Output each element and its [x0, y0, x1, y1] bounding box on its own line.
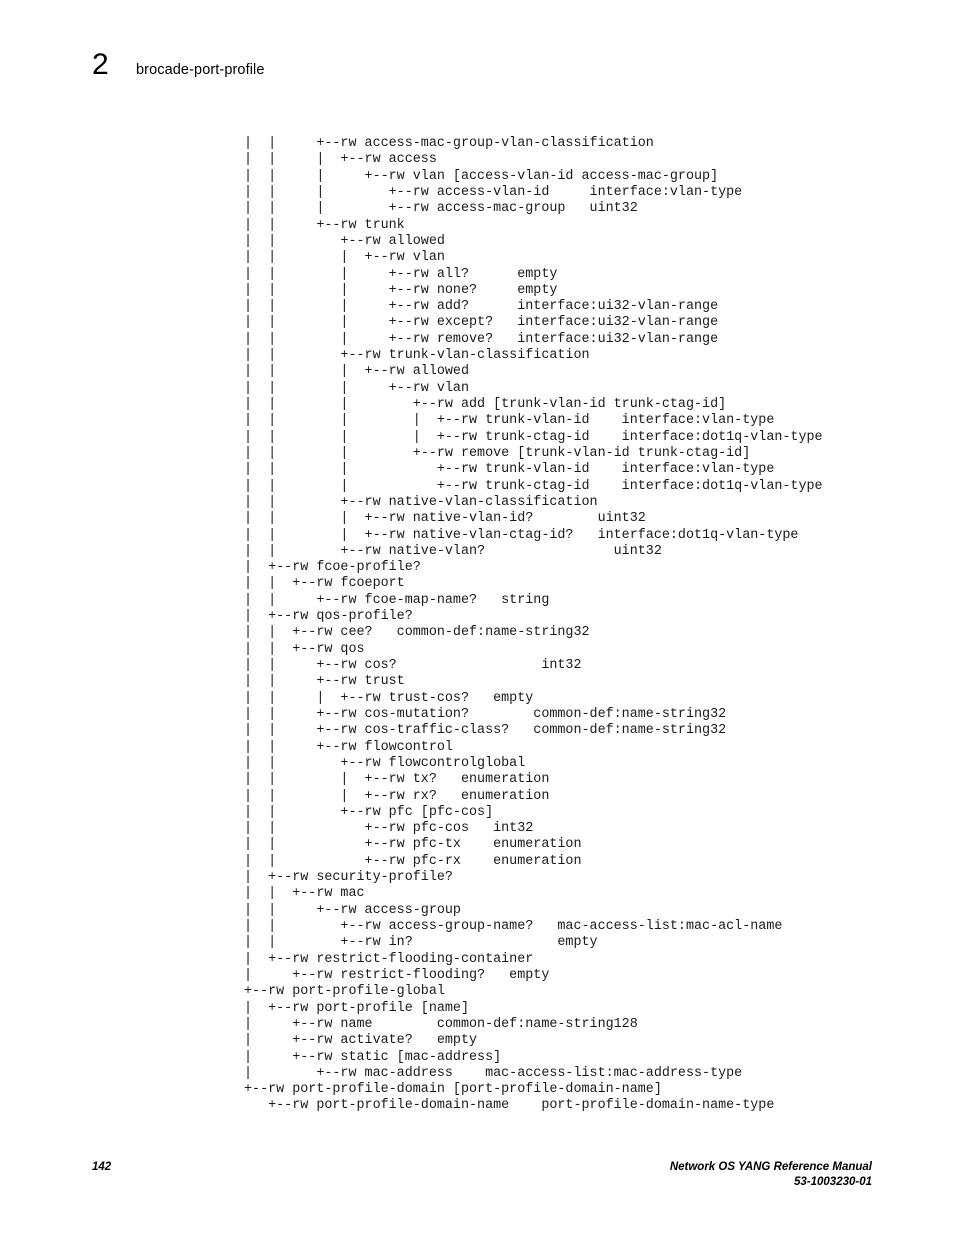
- code-line: +--rw port-profile-domain [port-profile-…: [244, 1082, 662, 1098]
- code-line: | | | +--rw trunk-ctag-id interface:dot1…: [244, 478, 823, 494]
- chapter-number: 2: [92, 48, 109, 81]
- code-line: | +--rw static [mac-address]: [244, 1049, 502, 1065]
- code-line: | | | +--rw rx? enumeration: [244, 788, 550, 804]
- code-line: | +--rw mac-address mac-access-list:mac-…: [244, 1065, 743, 1081]
- code-line: | | +--rw cos-traffic-class? common-def:…: [244, 723, 727, 739]
- code-line: | | | +--rw add [trunk-vlan-id trunk-cta…: [244, 397, 727, 412]
- yang-tree-code-block: | | +--rw access-mac-group-vlan-classifi…: [244, 136, 934, 1115]
- code-line: | | | +--rw remove? interface:ui32-vlan-…: [244, 331, 719, 347]
- code-line: | | | +--rw access-mac-group uint32: [244, 201, 638, 217]
- footer-manual-title: Network OS YANG Reference Manual: [669, 1161, 872, 1173]
- footer-page-number: 142: [92, 1161, 112, 1173]
- code-line: | | +--rw access-mac-group-vlan-classifi…: [244, 136, 654, 151]
- page-footer: 142 Network OS YANG Reference Manual 53-…: [92, 1160, 872, 1200]
- code-line: | | +--rw flowcontrol: [244, 739, 453, 755]
- code-line: | +--rw restrict-flooding-container: [244, 951, 534, 967]
- code-line: | | +--rw fcoe-map-name? string: [244, 592, 550, 608]
- code-line: | | +--rw pfc [pfc-cos]: [244, 804, 494, 820]
- code-line: | | | +--rw tx? enumeration: [244, 772, 550, 788]
- code-line: | | +--rw flowcontrolglobal: [244, 755, 526, 771]
- code-line: | | | +--rw access-vlan-id interface:vla…: [244, 184, 743, 200]
- code-line: | | | +--rw vlan: [244, 250, 445, 266]
- code-line: +--rw port-profile-global: [244, 984, 445, 1000]
- code-line: | +--rw qos-profile?: [244, 609, 413, 625]
- code-line: | | +--rw qos: [244, 641, 365, 657]
- code-line: | | +--rw access-group-name? mac-access-…: [244, 919, 783, 934]
- code-line: | | +--rw trunk: [244, 217, 405, 233]
- code-line: | +--rw restrict-flooding? empty: [244, 967, 550, 983]
- code-line: | | | +--rw trunk-vlan-id interface:vlan…: [244, 462, 775, 478]
- code-line: | | | +--rw access: [244, 152, 437, 168]
- code-line: | | | | +--rw trunk-vlan-id interface:vl…: [244, 413, 775, 429]
- footer-document-info: Network OS YANG Reference Manual 53-1003…: [670, 1160, 872, 1190]
- code-line: | +--rw activate? empty: [244, 1033, 478, 1049]
- code-line: | | +--rw allowed: [244, 233, 445, 249]
- code-line: | | | +--rw all? empty: [244, 266, 558, 282]
- code-line: | | +--rw trunk-vlan-classification: [244, 348, 590, 364]
- code-line: | | +--rw in? empty: [244, 935, 598, 951]
- code-line: | | | | +--rw trunk-ctag-id interface:do…: [244, 429, 823, 445]
- code-line: | | +--rw pfc-tx enumeration: [244, 837, 582, 853]
- code-line: | | | +--rw vlan [access-vlan-id access-…: [244, 168, 719, 184]
- code-line: | | | +--rw add? interface:ui32-vlan-ran…: [244, 299, 719, 315]
- code-line: | | +--rw pfc-rx enumeration: [244, 853, 582, 869]
- code-line: | | +--rw cee? common-def:name-string32: [244, 625, 590, 641]
- code-line: | | +--rw cos? int32: [244, 658, 582, 673]
- code-line: | | | +--rw trust-cos? empty: [244, 690, 534, 706]
- page-header: 2 brocade-port-profile: [92, 50, 872, 94]
- page-title: brocade-port-profile: [136, 62, 265, 78]
- code-line: | | +--rw fcoeport: [244, 576, 405, 592]
- code-line: | | | +--rw except? interface:ui32-vlan-…: [244, 315, 719, 331]
- code-line: | | +--rw native-vlan? uint32: [244, 543, 662, 559]
- document-page: 2 brocade-port-profile | | +--rw access-…: [0, 0, 954, 1235]
- code-line: | | +--rw pfc-cos int32: [244, 821, 534, 837]
- code-line: | | | +--rw native-vlan-id? uint32: [244, 511, 646, 527]
- code-line: | | | +--rw remove [trunk-vlan-id trunk-…: [244, 445, 751, 461]
- code-line: | +--rw name common-def:name-string128: [244, 1016, 638, 1032]
- code-line: +--rw port-profile-domain-name port-prof…: [244, 1098, 775, 1114]
- code-line: | | | +--rw none? empty: [244, 282, 558, 298]
- code-line: | | +--rw cos-mutation? common-def:name-…: [244, 706, 727, 722]
- code-line: | | +--rw mac: [244, 886, 365, 902]
- code-line: | +--rw fcoe-profile?: [244, 560, 421, 576]
- code-line: | | +--rw trust: [244, 674, 405, 690]
- code-line: | +--rw security-profile?: [244, 870, 453, 886]
- code-line: | +--rw port-profile [name]: [244, 1000, 469, 1016]
- code-line: | | +--rw access-group: [244, 902, 461, 918]
- footer-document-number: 53-1003230-01: [793, 1176, 872, 1188]
- code-line: | | | +--rw vlan: [244, 380, 469, 396]
- code-line: | | | +--rw allowed: [244, 364, 469, 380]
- code-line: | | | +--rw native-vlan-ctag-id? interfa…: [244, 527, 799, 543]
- code-line: | | +--rw native-vlan-classification: [244, 494, 598, 510]
